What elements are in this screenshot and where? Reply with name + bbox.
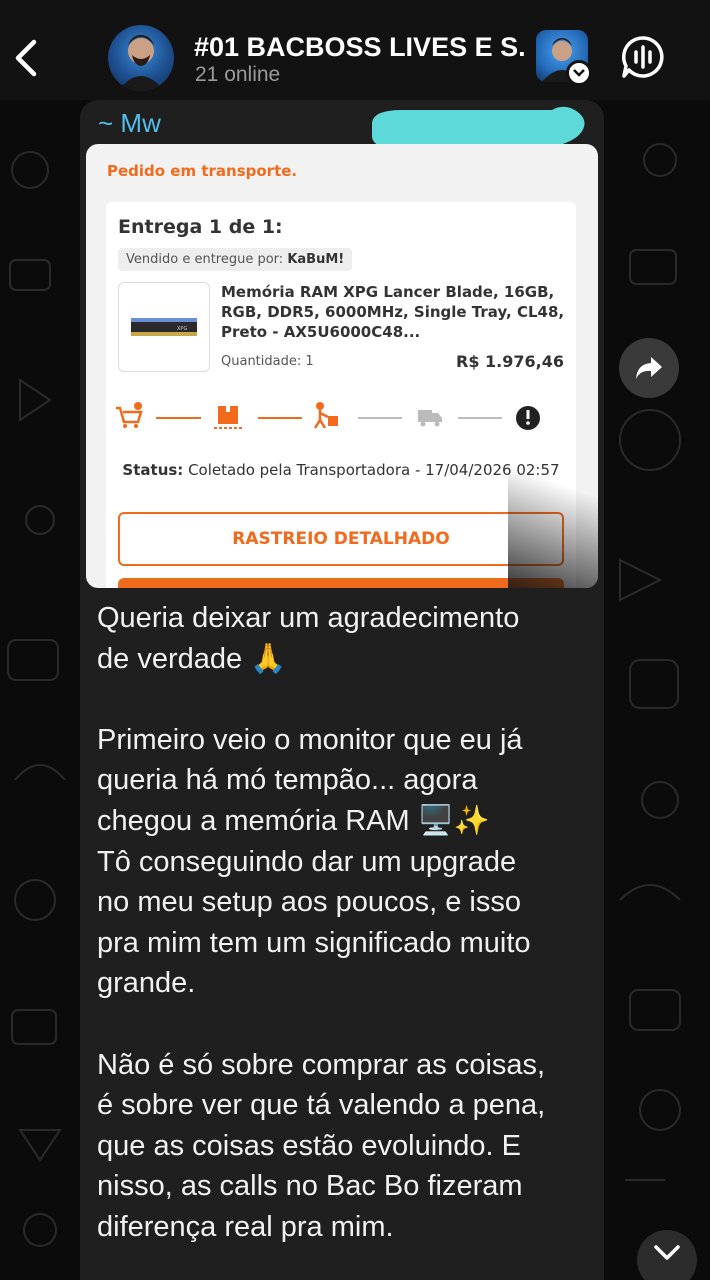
svg-text:XPG: XPG xyxy=(177,326,187,332)
chat-header: #01 BACBOSS LIVES E S... 21 online xyxy=(0,0,710,100)
delivery-person-icon xyxy=(313,402,338,429)
sender-name[interactable]: ~ Mw xyxy=(98,108,161,139)
tracking-steps xyxy=(116,402,540,430)
detailed-tracking-button: RASTREIO DETALHADO xyxy=(118,512,564,566)
orange-button-edge xyxy=(118,578,564,588)
product-price: R$ 1.976,46 xyxy=(456,352,564,371)
cart-check-icon xyxy=(116,402,143,428)
order-screenshot[interactable]: Pedido em transporte. Entrega 1 de 1: Ve… xyxy=(86,144,598,588)
shipment-status: Status: Coletado pela Transportadora - 1… xyxy=(106,460,576,480)
back-button[interactable] xyxy=(8,34,44,82)
product-name: Memória RAM XPG Lancer Blade, 16GB, RGB,… xyxy=(221,283,565,341)
seller-label: Vendido e entregue por: xyxy=(126,252,284,267)
forward-button[interactable] xyxy=(619,338,679,398)
alert-icon xyxy=(516,406,540,430)
group-title[interactable]: #01 BACBOSS LIVES E S... xyxy=(194,32,524,63)
voice-chat-icon xyxy=(622,36,664,78)
image-shadow xyxy=(508,444,598,588)
order-status: Pedido em transporte. xyxy=(107,162,298,180)
seller-tag: Vendido e entregue por: KaBuM! xyxy=(118,248,353,271)
chevron-down-icon xyxy=(566,60,592,86)
status-text: Coletado pela Transportadora - 17/04/202… xyxy=(188,461,560,479)
online-count: 21 online xyxy=(195,63,281,86)
delivery-panel: Entrega 1 de 1: Vendido e entregue por: … xyxy=(106,202,576,588)
truck-icon xyxy=(418,410,442,427)
person-avatar-icon xyxy=(118,35,164,91)
chevron-left-icon xyxy=(15,39,37,77)
chevron-down-icon xyxy=(654,1245,680,1260)
ram-stick-icon: XPG xyxy=(131,318,197,336)
product-quantity: Quantidade: 1 xyxy=(221,354,314,369)
message-text: Queria deixar um agradecimento de verdad… xyxy=(97,602,546,1243)
package-icon xyxy=(214,406,242,429)
seller-name: KaBuM! xyxy=(287,252,345,267)
product-image: XPG xyxy=(118,282,210,372)
group-avatar[interactable] xyxy=(108,25,174,91)
delivery-title: Entrega 1 de 1: xyxy=(118,216,283,238)
voice-chat-button[interactable] xyxy=(620,34,666,80)
status-label: Status: xyxy=(122,461,184,479)
forward-arrow-icon xyxy=(636,357,662,379)
admin-avatar[interactable] xyxy=(536,30,592,86)
